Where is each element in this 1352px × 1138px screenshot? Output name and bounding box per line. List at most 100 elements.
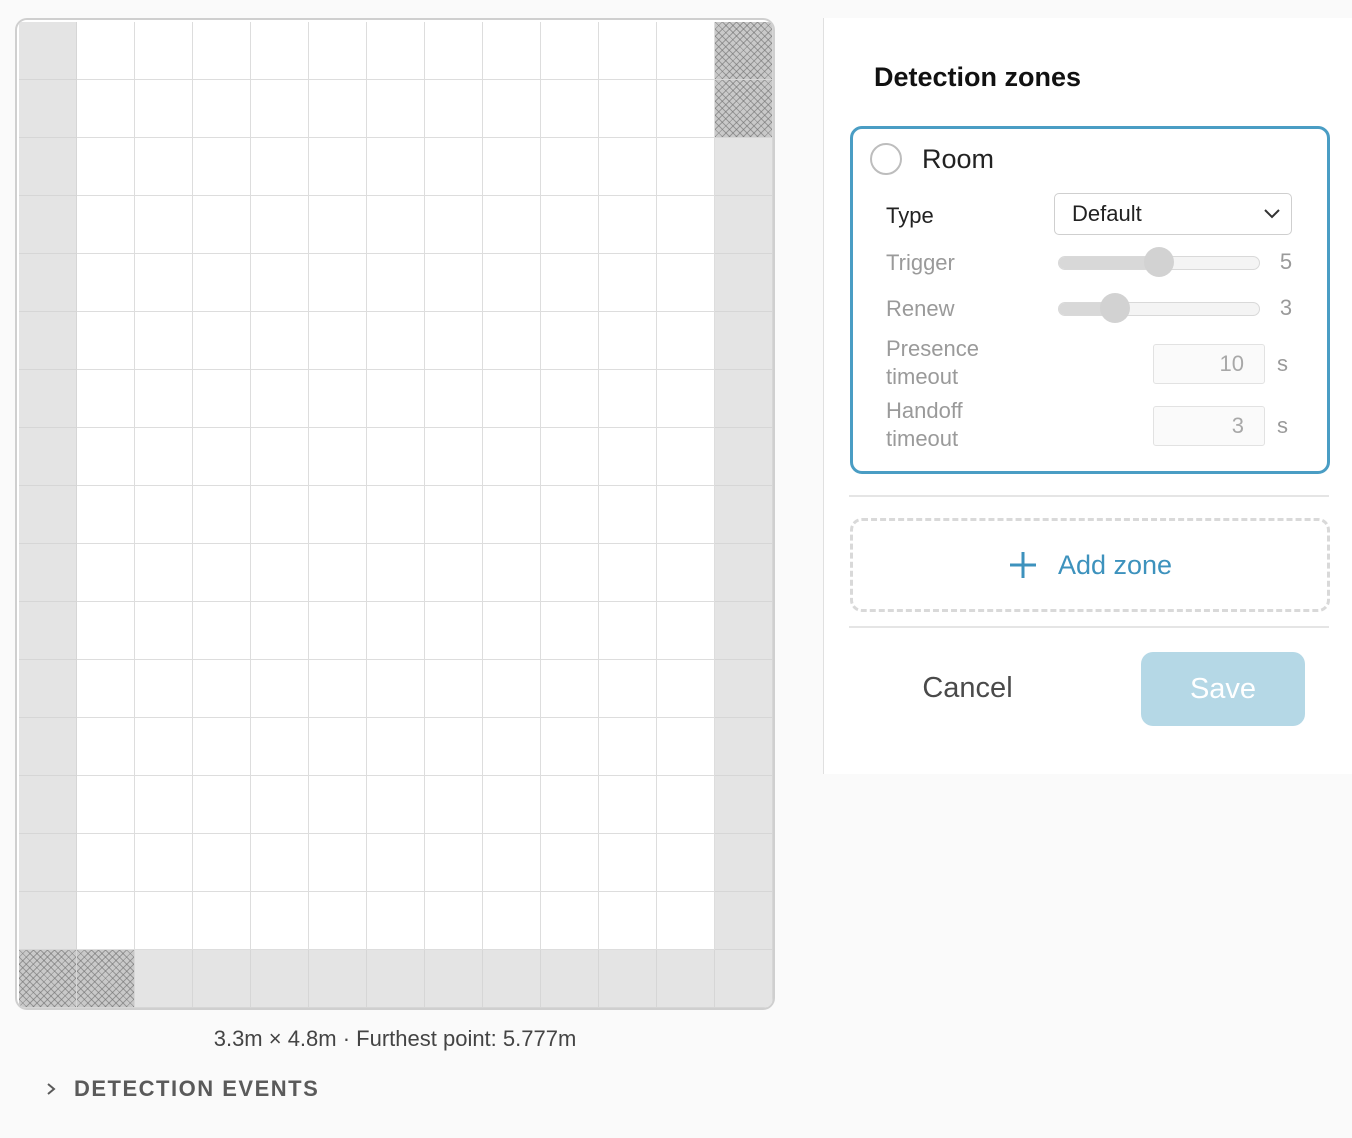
grid-cell-out-of-range[interactable]: [19, 196, 77, 254]
grid-cell-out-of-range[interactable]: [251, 950, 309, 1008]
grid-cell[interactable]: [193, 196, 251, 254]
grid-cell[interactable]: [367, 138, 425, 196]
grid-cell[interactable]: [599, 196, 657, 254]
grid-cell-excluded[interactable]: [715, 22, 773, 80]
grid-cell[interactable]: [657, 486, 715, 544]
grid-cell[interactable]: [657, 312, 715, 370]
grid-cell[interactable]: [483, 602, 541, 660]
grid-cell[interactable]: [77, 312, 135, 370]
grid-cell[interactable]: [251, 776, 309, 834]
grid-cell[interactable]: [251, 486, 309, 544]
grid-cell[interactable]: [135, 660, 193, 718]
renew-slider[interactable]: [1058, 293, 1260, 323]
grid-cell[interactable]: [193, 80, 251, 138]
grid-cell[interactable]: [193, 138, 251, 196]
grid-cell-out-of-range[interactable]: [541, 950, 599, 1008]
grid-cell-out-of-range[interactable]: [19, 22, 77, 80]
grid-cell[interactable]: [657, 80, 715, 138]
grid-cell[interactable]: [541, 312, 599, 370]
grid-cell-out-of-range[interactable]: [19, 544, 77, 602]
grid-cell[interactable]: [657, 602, 715, 660]
grid-cell[interactable]: [135, 428, 193, 486]
grid-cell-out-of-range[interactable]: [19, 834, 77, 892]
grid-cell[interactable]: [77, 138, 135, 196]
handoff-timeout-input[interactable]: [1153, 406, 1265, 446]
grid-cell-out-of-range[interactable]: [715, 254, 773, 312]
grid-cell-out-of-range[interactable]: [483, 950, 541, 1008]
grid-cell[interactable]: [657, 22, 715, 80]
grid-cell-out-of-range[interactable]: [193, 950, 251, 1008]
grid-cell[interactable]: [541, 486, 599, 544]
grid-cell-out-of-range[interactable]: [715, 950, 773, 1008]
grid-cell[interactable]: [483, 22, 541, 80]
grid-cell[interactable]: [135, 196, 193, 254]
grid-cell[interactable]: [541, 196, 599, 254]
grid-cell[interactable]: [135, 22, 193, 80]
grid-cell[interactable]: [425, 486, 483, 544]
grid-cell-out-of-range[interactable]: [715, 312, 773, 370]
grid-cell-out-of-range[interactable]: [715, 486, 773, 544]
grid-cell-out-of-range[interactable]: [715, 718, 773, 776]
grid-cell-out-of-range[interactable]: [19, 718, 77, 776]
grid-cell[interactable]: [251, 660, 309, 718]
grid-cell[interactable]: [309, 370, 367, 428]
grid-cell[interactable]: [193, 660, 251, 718]
grid-cell[interactable]: [193, 718, 251, 776]
grid-cell[interactable]: [309, 892, 367, 950]
grid-cell[interactable]: [599, 660, 657, 718]
grid-cell[interactable]: [367, 312, 425, 370]
grid-cell[interactable]: [425, 138, 483, 196]
grid-cell[interactable]: [251, 196, 309, 254]
grid-cell[interactable]: [135, 486, 193, 544]
grid-cell[interactable]: [541, 660, 599, 718]
grid-cell[interactable]: [425, 370, 483, 428]
grid-cell[interactable]: [541, 80, 599, 138]
grid-cell[interactable]: [541, 370, 599, 428]
radio-unchecked-icon[interactable]: [870, 143, 902, 175]
grid-cell-out-of-range[interactable]: [135, 950, 193, 1008]
grid-cell[interactable]: [483, 370, 541, 428]
grid-cell[interactable]: [483, 486, 541, 544]
grid-cell-out-of-range[interactable]: [657, 950, 715, 1008]
grid-cell[interactable]: [251, 602, 309, 660]
grid-cell[interactable]: [77, 196, 135, 254]
grid-cell[interactable]: [367, 718, 425, 776]
grid-cell[interactable]: [657, 544, 715, 602]
grid-cell-excluded[interactable]: [77, 950, 135, 1008]
grid-cell-out-of-range[interactable]: [19, 486, 77, 544]
grid-cell[interactable]: [483, 660, 541, 718]
grid-cell[interactable]: [309, 80, 367, 138]
grid-cell-out-of-range[interactable]: [599, 950, 657, 1008]
grid-cell[interactable]: [251, 80, 309, 138]
grid-cell[interactable]: [425, 80, 483, 138]
grid-cell[interactable]: [77, 660, 135, 718]
grid-cell[interactable]: [77, 544, 135, 602]
grid-cell-out-of-range[interactable]: [715, 544, 773, 602]
grid-cell[interactable]: [135, 80, 193, 138]
grid-cell[interactable]: [367, 776, 425, 834]
grid-cell[interactable]: [135, 312, 193, 370]
grid-cell[interactable]: [425, 660, 483, 718]
grid-cell[interactable]: [599, 254, 657, 312]
grid-cell[interactable]: [135, 892, 193, 950]
grid-cell[interactable]: [483, 718, 541, 776]
grid-cell-out-of-range[interactable]: [715, 370, 773, 428]
grid-cell[interactable]: [77, 80, 135, 138]
grid-cell-out-of-range[interactable]: [19, 660, 77, 718]
grid-cell[interactable]: [135, 718, 193, 776]
grid-cell[interactable]: [309, 602, 367, 660]
grid-cell-excluded[interactable]: [715, 80, 773, 138]
grid-cell-out-of-range[interactable]: [19, 312, 77, 370]
grid-cell[interactable]: [483, 892, 541, 950]
grid-cell[interactable]: [193, 486, 251, 544]
grid-cell[interactable]: [367, 196, 425, 254]
grid-cell-out-of-range[interactable]: [19, 138, 77, 196]
grid-cell[interactable]: [309, 428, 367, 486]
grid-cell[interactable]: [251, 544, 309, 602]
grid-cell[interactable]: [251, 22, 309, 80]
grid-cell-out-of-range[interactable]: [19, 428, 77, 486]
grid-cell[interactable]: [309, 776, 367, 834]
grid-cell-out-of-range[interactable]: [19, 892, 77, 950]
grid-cell[interactable]: [251, 428, 309, 486]
grid-cell[interactable]: [541, 428, 599, 486]
